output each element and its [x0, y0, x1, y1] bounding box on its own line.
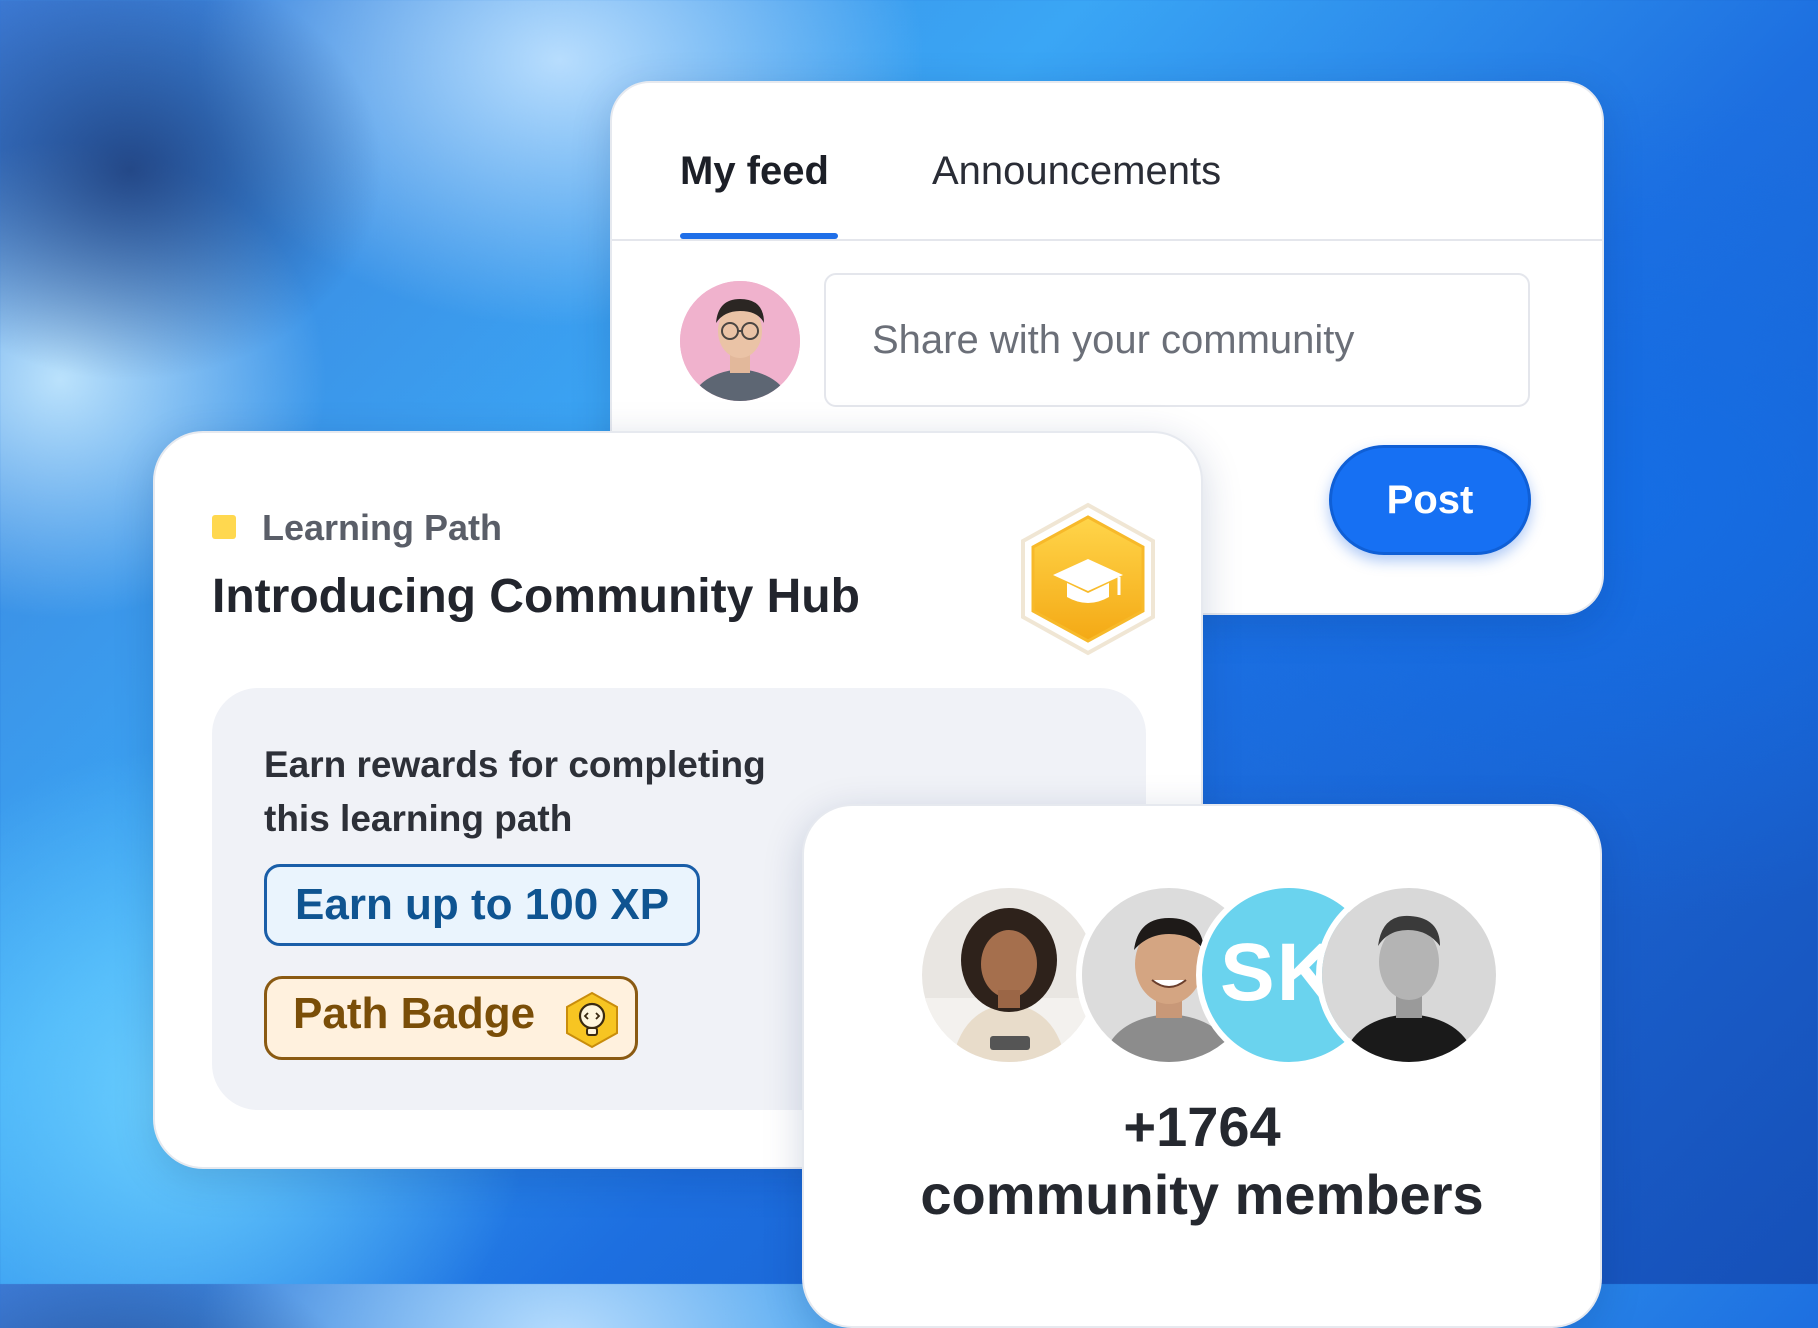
member-avatar[interactable] [1316, 882, 1502, 1068]
community-members-card: SK +1764 community members [802, 804, 1602, 1328]
share-input[interactable] [824, 273, 1530, 407]
member-photo [1322, 888, 1496, 1062]
members-label: community members [920, 1163, 1484, 1226]
member-avatar[interactable] [916, 882, 1102, 1068]
rewards-description: Earn rewards for completing this learnin… [264, 744, 766, 839]
member-photo [922, 888, 1096, 1062]
xp-reward-pill: Earn up to 100 XP [264, 864, 701, 946]
tab-announcements[interactable]: Announcements [932, 149, 1221, 194]
user-avatar-photo [680, 281, 800, 401]
user-avatar[interactable] [680, 281, 800, 401]
learning-path-title: Introducing Community Hub [212, 570, 860, 623]
feed-tabs: My feed Announcements [612, 83, 1602, 241]
category-marker [212, 515, 236, 539]
members-count: +1764 [1123, 1095, 1281, 1158]
path-badge-label: Path Badge [293, 989, 536, 1038]
path-badge-pill: Path Badge [264, 976, 638, 1060]
tab-my-feed[interactable]: My feed [680, 149, 829, 194]
category-label: Learning Path [262, 507, 503, 548]
lightbulb-code-icon [563, 991, 621, 1049]
post-button[interactable]: Post [1329, 445, 1531, 555]
active-tab-indicator [680, 233, 838, 239]
graduation-cap-icon [1015, 499, 1161, 659]
